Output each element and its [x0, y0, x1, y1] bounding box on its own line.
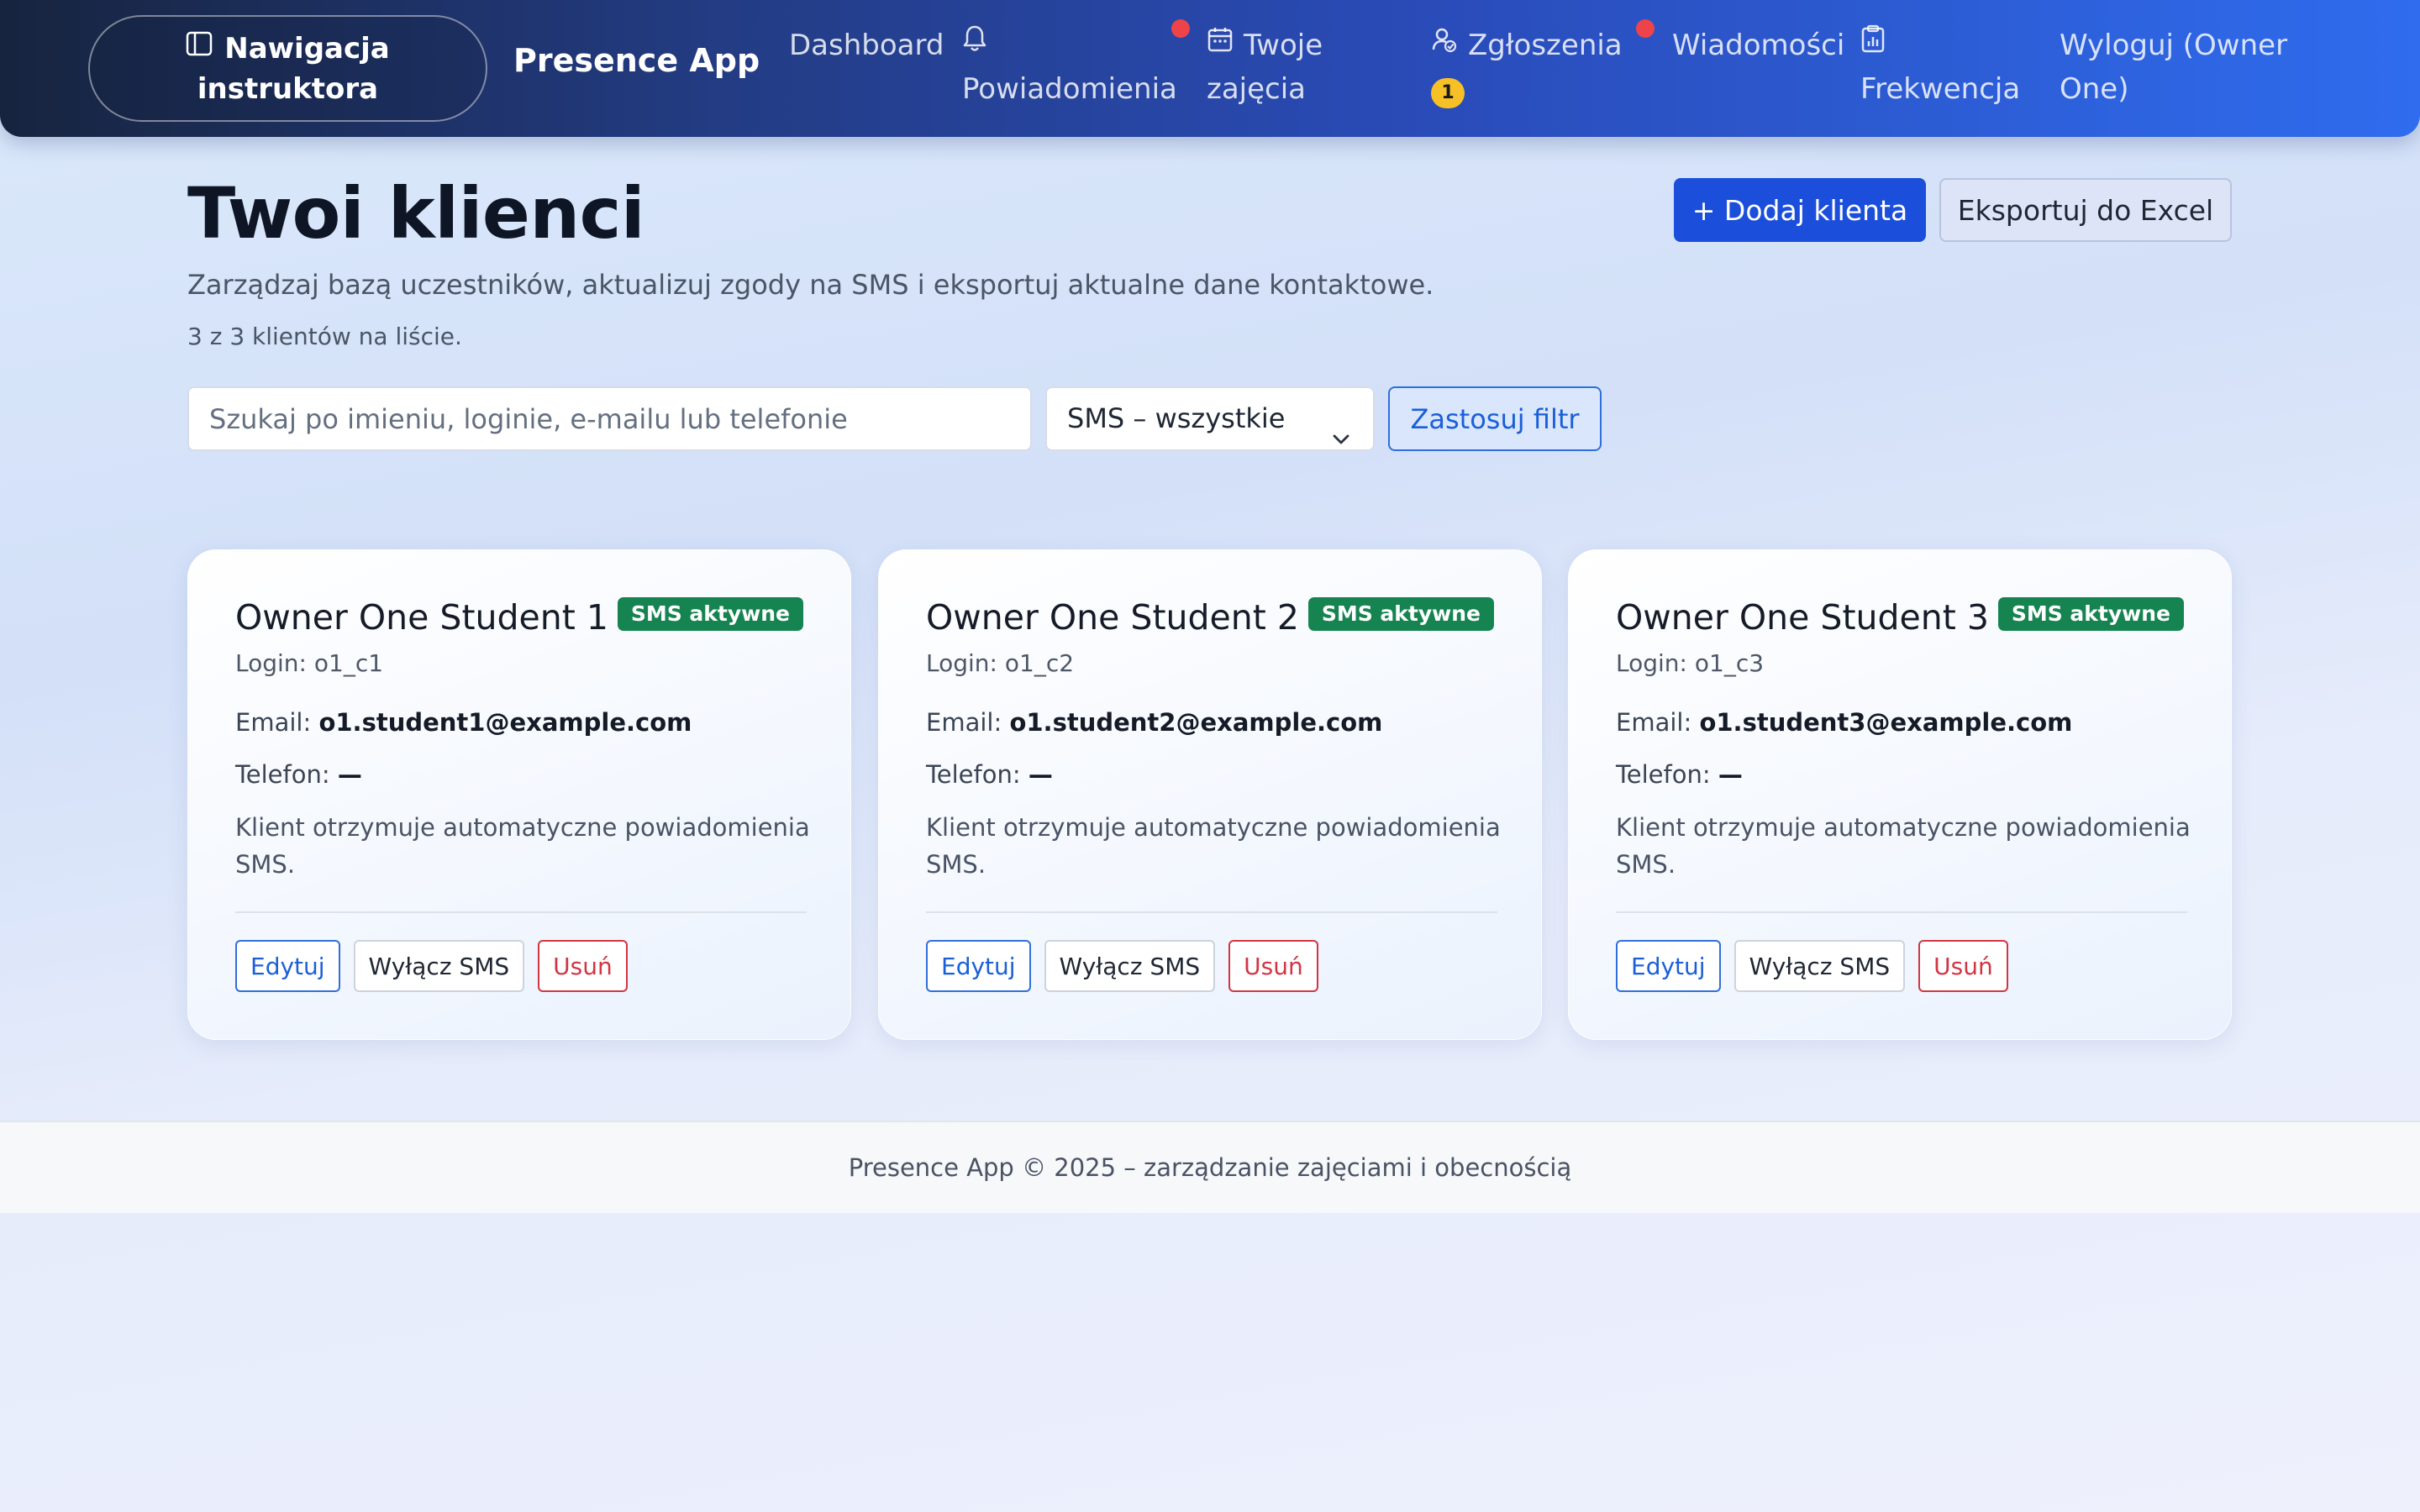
- requests-count-badge: 1: [1431, 78, 1465, 108]
- phone-label: Telefon:: [235, 760, 330, 789]
- nav-link-notifications[interactable]: Powiadomienia: [962, 24, 1177, 111]
- nav-link-requests[interactable]: Zgłoszenia 1: [1431, 24, 1623, 111]
- edit-client-button[interactable]: Edytuj: [235, 940, 340, 992]
- client-count: 3 z 3 klientów na liście.: [187, 323, 462, 350]
- instructor-nav-toggle-button[interactable]: Nawigacja instruktora: [88, 15, 487, 122]
- disable-sms-button[interactable]: Wyłącz SMS: [1044, 940, 1216, 992]
- client-phone: —: [1718, 760, 1743, 789]
- delete-client-button[interactable]: Usuń: [538, 940, 628, 992]
- client-name: Owner One Student 2: [926, 597, 1299, 638]
- client-login: Login: o1_c1: [235, 649, 384, 677]
- nav-toggle-label-line2: instruktora: [197, 71, 379, 106]
- client-search-input[interactable]: [187, 386, 1032, 451]
- card-actions: Edytuj Wyłącz SMS Usuń: [235, 940, 628, 992]
- sms-note: Klient otrzymuje automatyczne powiadomie…: [235, 813, 810, 879]
- delete-client-button[interactable]: Usuń: [1918, 940, 2008, 992]
- brand-link[interactable]: Presence App: [513, 42, 760, 79]
- edit-client-button[interactable]: Edytuj: [1616, 940, 1721, 992]
- add-client-button[interactable]: + Dodaj klienta: [1674, 178, 1926, 242]
- card-divider: [235, 911, 807, 913]
- edit-client-button[interactable]: Edytuj: [926, 940, 1031, 992]
- nav-link-classes[interactable]: Twoje zajęcia: [1207, 24, 1323, 111]
- sms-filter-select[interactable]: SMS – wszystkie: [1045, 386, 1375, 451]
- nav-link-dashboard[interactable]: Dashboard: [789, 24, 944, 67]
- nav-classes-label-line1: Twoje: [1244, 29, 1323, 62]
- calendar-icon: [1207, 22, 1234, 66]
- client-phone-row: Telefon: —: [926, 760, 1053, 789]
- logout-label-line1: Wyloguj (Owner: [2060, 29, 2288, 62]
- client-phone-row: Telefon: —: [235, 760, 362, 789]
- chevron-down-icon: [1331, 410, 1351, 471]
- card-divider: [926, 911, 1497, 913]
- client-card: Owner One Student 3 SMS aktywne Login: o…: [1568, 549, 2232, 1040]
- client-email-row: Email: o1.student3@example.com: [1616, 708, 2072, 737]
- client-card: Owner One Student 2 SMS aktywne Login: o…: [878, 549, 1542, 1040]
- sms-status-badge: SMS aktywne: [1997, 597, 2184, 631]
- client-login: Login: o1_c2: [926, 649, 1075, 677]
- client-phone: —: [1028, 760, 1053, 789]
- notifications-indicator-dot: [1171, 19, 1190, 38]
- logout-label-line2: One): [2060, 72, 2129, 106]
- phone-label: Telefon:: [926, 760, 1021, 789]
- client-login: Login: o1_c3: [1616, 649, 1765, 677]
- requests-indicator-dot: [1636, 19, 1655, 38]
- email-label: Email:: [926, 708, 1002, 737]
- top-navbar: Nawigacja instruktora Presence App Dashb…: [0, 0, 2420, 137]
- disable-sms-button[interactable]: Wyłącz SMS: [1733, 940, 1906, 992]
- card-actions: Edytuj Wyłącz SMS Usuń: [1616, 940, 2008, 992]
- nav-classes-label-line2: zajęcia: [1207, 72, 1307, 106]
- nav-notifications-label: Powiadomienia: [962, 72, 1177, 106]
- email-label: Email:: [1616, 708, 1692, 737]
- phone-label: Telefon:: [1616, 760, 1711, 789]
- page-title: Twoi klienci: [187, 172, 645, 255]
- bell-icon: [962, 22, 987, 66]
- client-phone: —: [337, 760, 362, 789]
- page-footer: Presence App © 2025 – zarządzanie zajęci…: [0, 1121, 2420, 1213]
- export-excel-button[interactable]: Eksportuj do Excel: [1939, 178, 2232, 242]
- nav-messages-label: Wiadomości: [1672, 29, 1845, 62]
- client-email: o1.student3@example.com: [1699, 708, 2073, 737]
- card-divider: [1616, 911, 2187, 913]
- client-card: Owner One Student 1 SMS aktywne Login: o…: [187, 549, 851, 1040]
- client-email: o1.student2@example.com: [1009, 708, 1383, 737]
- client-email-row: Email: o1.student2@example.com: [926, 708, 1382, 737]
- client-email: o1.student1@example.com: [318, 708, 692, 737]
- logout-link[interactable]: Wyloguj (Owner One): [2060, 24, 2287, 111]
- clipboard-chart-icon: [1860, 22, 1886, 66]
- sms-status-badge: SMS aktywne: [1307, 597, 1494, 631]
- delete-client-button[interactable]: Usuń: [1228, 940, 1318, 992]
- nav-link-attendance[interactable]: Frekwencja: [1860, 24, 2020, 111]
- sidebar-icon: [186, 27, 213, 67]
- nav-link-messages[interactable]: Wiadomości: [1672, 24, 1844, 67]
- email-label: Email:: [235, 708, 312, 737]
- client-phone-row: Telefon: —: [1616, 760, 1743, 789]
- footer-text: Presence App © 2025 – zarządzanie zajęci…: [848, 1153, 1572, 1182]
- nav-requests-label: Zgłoszenia: [1468, 29, 1623, 62]
- sms-status-badge: SMS aktywne: [617, 597, 803, 631]
- card-actions: Edytuj Wyłącz SMS Usuń: [926, 940, 1318, 992]
- client-email-row: Email: o1.student1@example.com: [235, 708, 692, 737]
- disable-sms-button[interactable]: Wyłącz SMS: [353, 940, 525, 992]
- sms-filter-value: SMS – wszystkie: [1067, 402, 1286, 434]
- user-check-icon: [1431, 22, 1458, 66]
- sms-note: Klient otrzymuje automatyczne powiadomie…: [926, 813, 1501, 879]
- nav-toggle-label-line1: Nawigacja: [224, 31, 390, 66]
- nav-dashboard-label: Dashboard: [789, 29, 944, 62]
- page-description: Zarządzaj bazą uczestników, aktualizuj z…: [187, 269, 1434, 301]
- apply-filter-button[interactable]: Zastosuj filtr: [1388, 386, 1602, 451]
- client-name: Owner One Student 3: [1616, 597, 1989, 638]
- sms-note: Klient otrzymuje automatyczne powiadomie…: [1616, 813, 2191, 879]
- client-name: Owner One Student 1: [235, 597, 608, 638]
- nav-attendance-label: Frekwencja: [1860, 72, 2021, 106]
